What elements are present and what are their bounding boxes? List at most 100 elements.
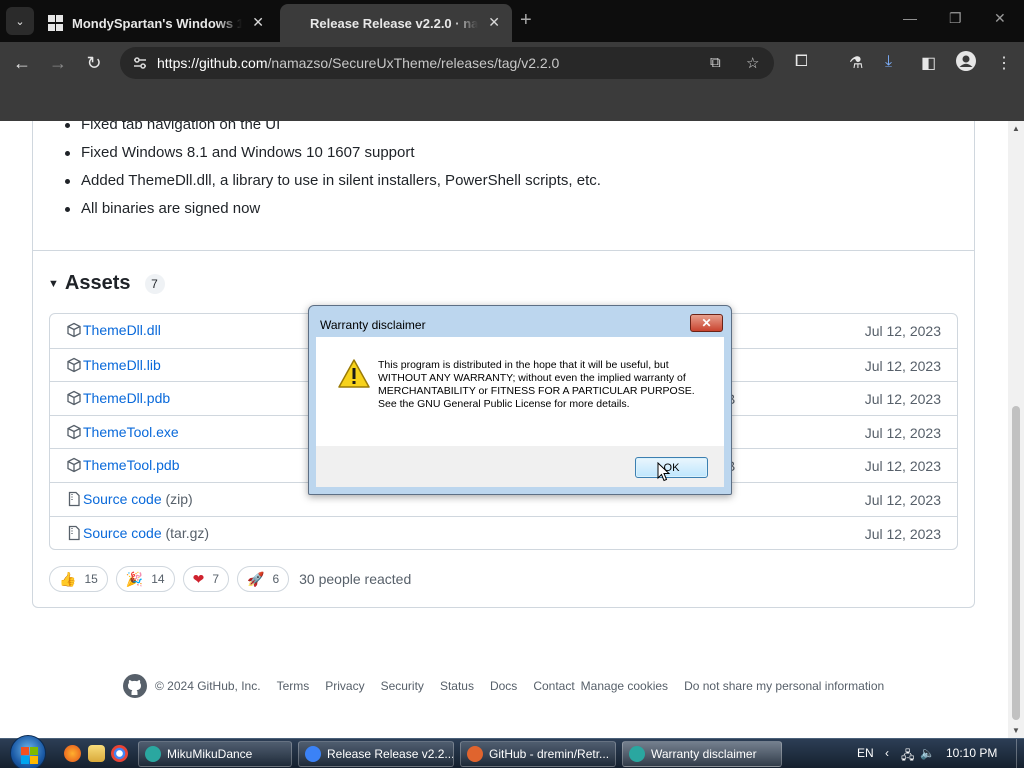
thumbs-up-icon: 👍 [59, 570, 77, 587]
footer-link-do-not-share[interactable]: Do not share my personal information [684, 679, 884, 693]
asset-name: ThemeDll.lib [83, 356, 161, 373]
bookmark-star-icon[interactable]: ☆ [746, 54, 759, 72]
divider [33, 250, 974, 251]
minimize-icon[interactable]: — [903, 10, 917, 26]
party-popper-icon: 🎉 [125, 570, 144, 587]
package-icon [66, 322, 82, 338]
windows-logo-icon [48, 15, 64, 31]
asset-name: Source code [83, 524, 162, 541]
asset-link[interactable]: ThemeDll.lib [83, 357, 161, 373]
asset-link[interactable]: Source code (zip) [83, 491, 193, 507]
footer-copyright: © 2024 GitHub, Inc. [155, 679, 261, 693]
reaction-rocket[interactable]: 🚀 6 [237, 566, 290, 592]
asset-date: Jul 12, 2023 [864, 491, 941, 508]
task-label: MikuMikuDance [167, 747, 253, 761]
footer-link-terms[interactable]: Terms [277, 679, 310, 693]
footer-link-status[interactable]: Status [440, 679, 474, 693]
new-tab-button[interactable]: + [520, 9, 532, 32]
labs-flask-icon[interactable]: ⚗ [849, 53, 863, 73]
restore-icon[interactable]: ❐ [949, 10, 962, 27]
ok-button[interactable]: OK [635, 457, 708, 478]
footer-link-manage-cookies[interactable]: Manage cookies [581, 679, 668, 693]
dialog-message: This program is distributed in the hope … [378, 359, 695, 410]
address-bar[interactable]: https://github.com/namazso/SecureUxTheme… [120, 47, 774, 79]
show-hidden-icons-icon[interactable]: ‹ [885, 746, 889, 760]
url-path: /namazso/SecureUxTheme/releases/tag/v2.2… [267, 55, 560, 71]
asset-link[interactable]: ThemeTool.exe [83, 424, 179, 440]
url-text: https://github.com/namazso/SecureUxTheme… [157, 55, 559, 71]
caret-down-icon: ▼ [48, 277, 59, 290]
asset-link[interactable]: ThemeDll.dll [83, 322, 161, 338]
asset-link[interactable]: ThemeTool.pdb [83, 457, 180, 473]
scrollbar-thumb[interactable] [1012, 406, 1020, 720]
package-icon [66, 357, 82, 373]
reaction-count: 14 [151, 572, 165, 586]
reaction-hooray[interactable]: 🎉 14 [115, 566, 175, 592]
task-label: Release Release v2.2.... [327, 747, 453, 761]
scroll-down-icon[interactable]: ▼ [1012, 726, 1020, 735]
asset-date: Jul 12, 2023 [864, 458, 941, 475]
close-tab-icon[interactable]: ✕ [252, 14, 264, 31]
taskbar-item-warranty-disclaimer[interactable]: Warranty disclaimer [622, 741, 782, 767]
taskbar-item-mikumikudance[interactable]: MikuMikuDance [138, 741, 292, 767]
asset-link[interactable]: ThemeDll.pdb [83, 390, 170, 406]
tab-title: Release Release v2.2.0 · namaz [310, 15, 478, 31]
footer-link-security[interactable]: Security [381, 679, 424, 693]
asset-date: Jul 12, 2023 [864, 424, 941, 441]
asset-date: Jul 12, 2023 [864, 525, 941, 542]
reaction-heart[interactable]: ❤ 7 [182, 566, 230, 592]
asset-date: Jul 12, 2023 [864, 357, 941, 374]
scroll-up-icon[interactable]: ▲ [1012, 124, 1020, 133]
folder-icon[interactable] [88, 745, 105, 762]
app-icon [629, 746, 645, 762]
reaction-count: 15 [84, 572, 98, 586]
reload-icon[interactable]: ↻ [82, 51, 106, 75]
start-button[interactable] [10, 735, 46, 768]
forward-icon[interactable]: → [46, 51, 70, 75]
footer-link-docs[interactable]: Docs [490, 679, 517, 693]
install-app-icon[interactable]: ⧉ [710, 54, 721, 71]
reaction-thumbs-up[interactable]: 👍 15 [49, 566, 108, 592]
mouse-cursor-icon [657, 461, 671, 482]
firefox-icon[interactable] [64, 745, 81, 762]
language-indicator[interactable]: EN [857, 746, 874, 760]
volume-icon[interactable]: 🔈 [920, 746, 935, 760]
side-panel-icon[interactable]: ◧ [921, 53, 936, 73]
windows-flag-icon [30, 756, 38, 764]
chrome-icon[interactable] [111, 745, 128, 762]
back-icon[interactable]: ← [10, 51, 34, 75]
profile-avatar-icon[interactable] [956, 51, 976, 76]
chevron-down-icon: ⌄ [15, 15, 25, 28]
footer-link-contact[interactable]: Contact [533, 679, 574, 693]
network-icon[interactable]: 🖧 [901, 746, 914, 767]
site-info-icon[interactable] [132, 55, 148, 71]
reaction-summary[interactable]: 30 people reacted [299, 571, 411, 587]
warning-icon [337, 358, 371, 390]
download-icon[interactable]: ⤓ [885, 53, 892, 71]
asset-name: ThemeDll.dll [83, 322, 161, 338]
task-label: GitHub - dremin/Retr... [489, 747, 610, 761]
asset-link[interactable]: Source code (tar.gz) [83, 525, 209, 541]
extensions-icon[interactable]: ⧠ [795, 53, 808, 71]
footer-link-privacy[interactable]: Privacy [325, 679, 364, 693]
close-tab-icon[interactable]: ✕ [488, 14, 500, 31]
dialog-close-button[interactable]: ✕ [690, 314, 723, 332]
tab-search-button[interactable]: ⌄ [6, 7, 34, 35]
package-icon [66, 390, 82, 406]
taskbar-item-github-retro[interactable]: GitHub - dremin/Retr... [460, 741, 616, 767]
app-icon [145, 746, 161, 762]
assets-header[interactable]: ▼ Assets 7 [48, 272, 165, 295]
show-desktop-button[interactable] [1016, 739, 1024, 768]
page-scrollbar[interactable]: ▲ ▼ [1008, 121, 1024, 738]
tab-mondyspartan[interactable]: MondySpartan's Windows 10 fi ✕ [40, 4, 276, 42]
menu-kebab-icon[interactable]: ⋮ [996, 53, 1012, 73]
clock[interactable]: 10:10 PM [946, 746, 997, 760]
release-note-item: Fixed Windows 8.1 and Windows 10 1607 su… [65, 143, 601, 171]
close-window-icon[interactable]: ✕ [994, 10, 1006, 27]
browser-toolbar: ← → ↻ https://github.com/namazso/SecureU… [0, 42, 1024, 84]
github-logo-icon[interactable] [123, 674, 147, 698]
windows-taskbar: MikuMikuDance Release Release v2.2.... G… [0, 735, 1024, 768]
asset-name: Source code [83, 490, 162, 507]
tab-release[interactable]: Release Release v2.2.0 · namaz ✕ [280, 4, 512, 42]
taskbar-item-chrome-release[interactable]: Release Release v2.2.... [298, 741, 454, 767]
